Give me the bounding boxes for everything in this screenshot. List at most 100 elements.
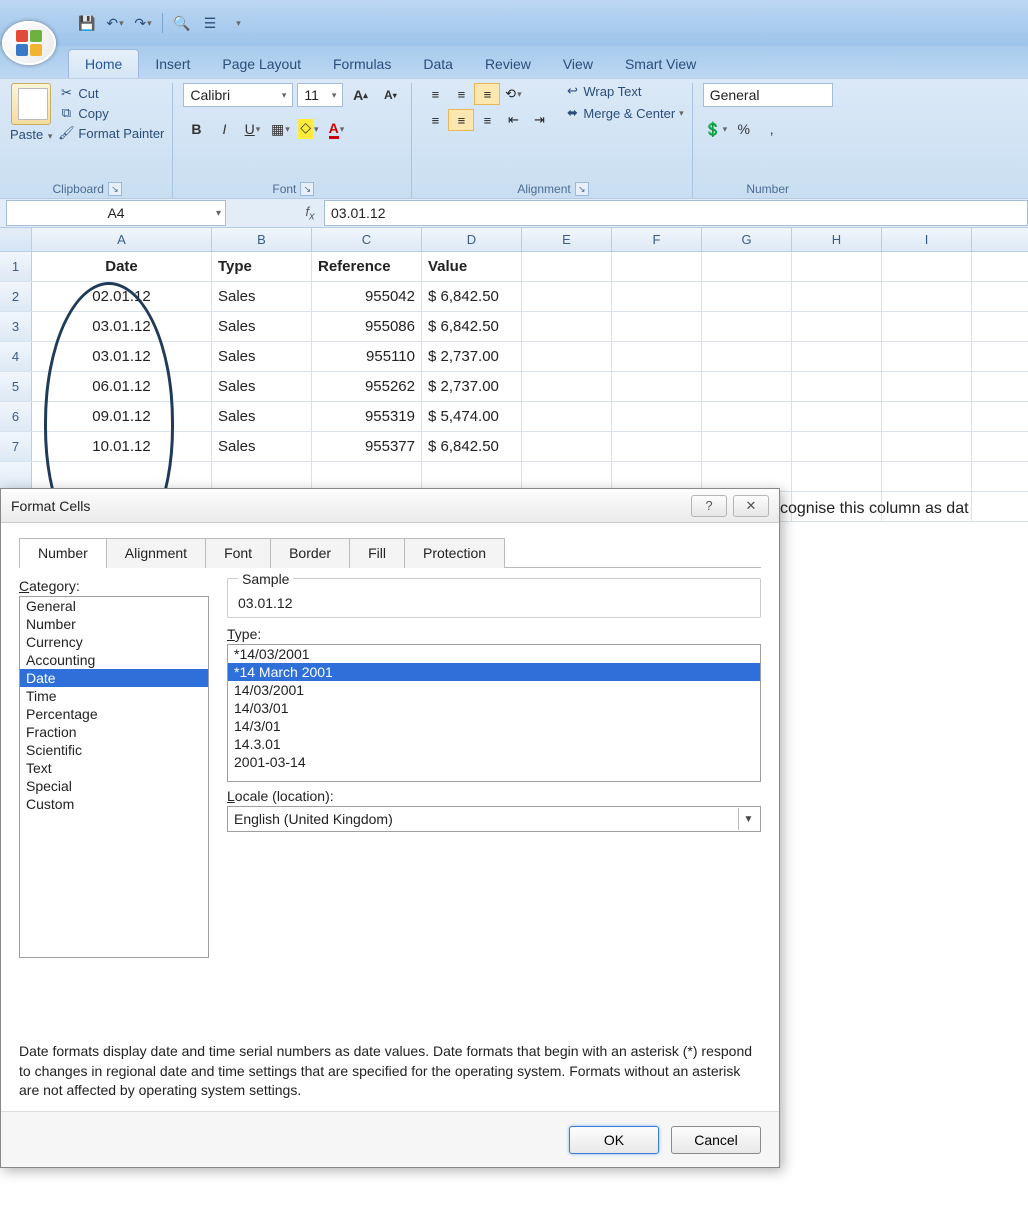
row-header[interactable]: 1	[0, 252, 32, 281]
name-box[interactable]: A4▾	[6, 200, 226, 226]
copy-button[interactable]: ⧉Copy	[58, 103, 164, 123]
list-item[interactable]: 14/03/2001	[228, 681, 760, 699]
merge-center-button[interactable]: ⬌Merge & Center ▾	[564, 105, 683, 121]
list-item[interactable]: Fraction	[20, 723, 208, 741]
list-item[interactable]: 14/03/01	[228, 699, 760, 717]
col-C[interactable]: C	[312, 228, 422, 251]
dialog-tab-fill[interactable]: Fill	[349, 538, 405, 568]
border-button[interactable]: ▦▾	[267, 117, 293, 141]
tab-smart-view[interactable]: Smart View	[609, 50, 712, 78]
col-D[interactable]: D	[422, 228, 522, 251]
list-item[interactable]: Custom	[20, 795, 208, 813]
row-header[interactable]: 3	[0, 312, 32, 341]
bold-button[interactable]: B	[183, 117, 209, 141]
dialog-titlebar[interactable]: Format Cells ? ✕	[1, 489, 779, 523]
list-item[interactable]: Accounting	[20, 651, 208, 669]
list-item[interactable]: Number	[20, 615, 208, 633]
italic-button[interactable]: I	[211, 117, 237, 141]
dialog-tab-border[interactable]: Border	[270, 538, 350, 568]
tab-page-layout[interactable]: Page Layout	[206, 50, 317, 78]
save-icon[interactable]: 💾	[76, 12, 98, 34]
cell[interactable]: Date	[32, 252, 212, 281]
align-icon[interactable]: ☰	[199, 12, 221, 34]
increase-indent-icon[interactable]: ⇥	[526, 109, 552, 131]
cell[interactable]: Value	[422, 252, 522, 281]
col-I[interactable]: I	[882, 228, 972, 251]
list-item[interactable]: Date	[20, 669, 208, 687]
paste-button[interactable]: Paste ▾	[10, 127, 52, 142]
align-top-icon[interactable]: ≡	[422, 83, 448, 105]
clipboard-launcher-icon[interactable]: ↘	[108, 182, 122, 196]
accounting-format-icon[interactable]: 💲▾	[703, 117, 729, 141]
row-header[interactable]: 5	[0, 372, 32, 401]
locale-combo[interactable]: English (United Kingdom) ▼	[227, 806, 761, 832]
alignment-launcher-icon[interactable]: ↘	[575, 182, 589, 196]
list-item[interactable]: 14.3.01	[228, 735, 760, 753]
redo-icon[interactable]: ↷▾	[132, 12, 154, 34]
category-listbox[interactable]: General Number Currency Accounting Date …	[19, 596, 209, 958]
list-item[interactable]: Time	[20, 687, 208, 705]
percent-icon[interactable]: %	[731, 117, 757, 141]
cell[interactable]: Type	[212, 252, 312, 281]
dialog-tab-alignment[interactable]: Alignment	[106, 538, 206, 568]
tab-review[interactable]: Review	[469, 50, 547, 78]
format-painter-button[interactable]: 🖌Format Painter	[58, 123, 164, 143]
list-item[interactable]: Text	[20, 759, 208, 777]
wrap-text-button[interactable]: ↩Wrap Text	[564, 83, 683, 99]
shrink-font-icon[interactable]: A▾	[377, 83, 403, 107]
font-color-button[interactable]: A▾	[323, 117, 349, 141]
cancel-button[interactable]: Cancel	[671, 1126, 761, 1154]
chevron-down-icon[interactable]: ▼	[738, 808, 758, 830]
align-right-icon[interactable]: ≡	[474, 109, 500, 131]
fill-color-button[interactable]: ◇▾	[295, 117, 321, 141]
tab-insert[interactable]: Insert	[139, 50, 206, 78]
col-E[interactable]: E	[522, 228, 612, 251]
ok-button[interactable]: OK	[569, 1126, 659, 1154]
list-item[interactable]: *14/03/2001	[228, 645, 760, 663]
formula-input[interactable]: 03.01.12	[324, 200, 1028, 226]
list-item[interactable]: *14 March 2001	[228, 663, 760, 681]
qat-customize-icon[interactable]: ▾	[227, 12, 249, 34]
dialog-tab-protection[interactable]: Protection	[404, 538, 505, 568]
align-center-icon[interactable]: ≡	[448, 109, 474, 131]
fx-icon[interactable]: fx	[296, 204, 324, 223]
dialog-tab-number[interactable]: Number	[19, 538, 107, 568]
decrease-indent-icon[interactable]: ⇤	[500, 109, 526, 131]
font-size-combo[interactable]: 11▾	[297, 83, 343, 107]
list-item[interactable]: Currency	[20, 633, 208, 651]
row-header[interactable]: 7	[0, 432, 32, 461]
type-listbox[interactable]: *14/03/2001 *14 March 2001 14/03/2001 14…	[227, 644, 761, 782]
help-button[interactable]: ?	[691, 495, 727, 517]
font-name-combo[interactable]: Calibri▾	[183, 83, 293, 107]
dialog-tab-font[interactable]: Font	[205, 538, 271, 568]
tab-data[interactable]: Data	[407, 50, 469, 78]
align-middle-icon[interactable]: ≡	[448, 83, 474, 105]
align-left-icon[interactable]: ≡	[422, 109, 448, 131]
list-item[interactable]: Special	[20, 777, 208, 795]
office-button[interactable]	[2, 21, 56, 65]
orientation-icon[interactable]: ⟲▾	[500, 83, 526, 105]
number-format-combo[interactable]: General	[703, 83, 833, 107]
list-item[interactable]: 14/3/01	[228, 717, 760, 735]
col-G[interactable]: G	[702, 228, 792, 251]
underline-button[interactable]: U▾	[239, 117, 265, 141]
col-H[interactable]: H	[792, 228, 882, 251]
col-B[interactable]: B	[212, 228, 312, 251]
comma-icon[interactable]: ,	[759, 117, 785, 141]
tab-home[interactable]: Home	[68, 49, 139, 78]
print-preview-icon[interactable]: 🔍	[171, 12, 193, 34]
paste-icon[interactable]	[11, 83, 51, 125]
tab-view[interactable]: View	[547, 50, 609, 78]
cut-button[interactable]: ✂Cut	[58, 83, 164, 103]
font-launcher-icon[interactable]: ↘	[300, 182, 314, 196]
col-F[interactable]: F	[612, 228, 702, 251]
row-header[interactable]: 2	[0, 282, 32, 311]
list-item[interactable]: 2001-03-14	[228, 753, 760, 771]
row-header[interactable]: 6	[0, 402, 32, 431]
list-item[interactable]: General	[20, 597, 208, 615]
close-button[interactable]: ✕	[733, 495, 769, 517]
list-item[interactable]: Percentage	[20, 705, 208, 723]
list-item[interactable]: Scientific	[20, 741, 208, 759]
select-all-corner[interactable]	[0, 228, 32, 251]
undo-icon[interactable]: ↶▾	[104, 12, 126, 34]
